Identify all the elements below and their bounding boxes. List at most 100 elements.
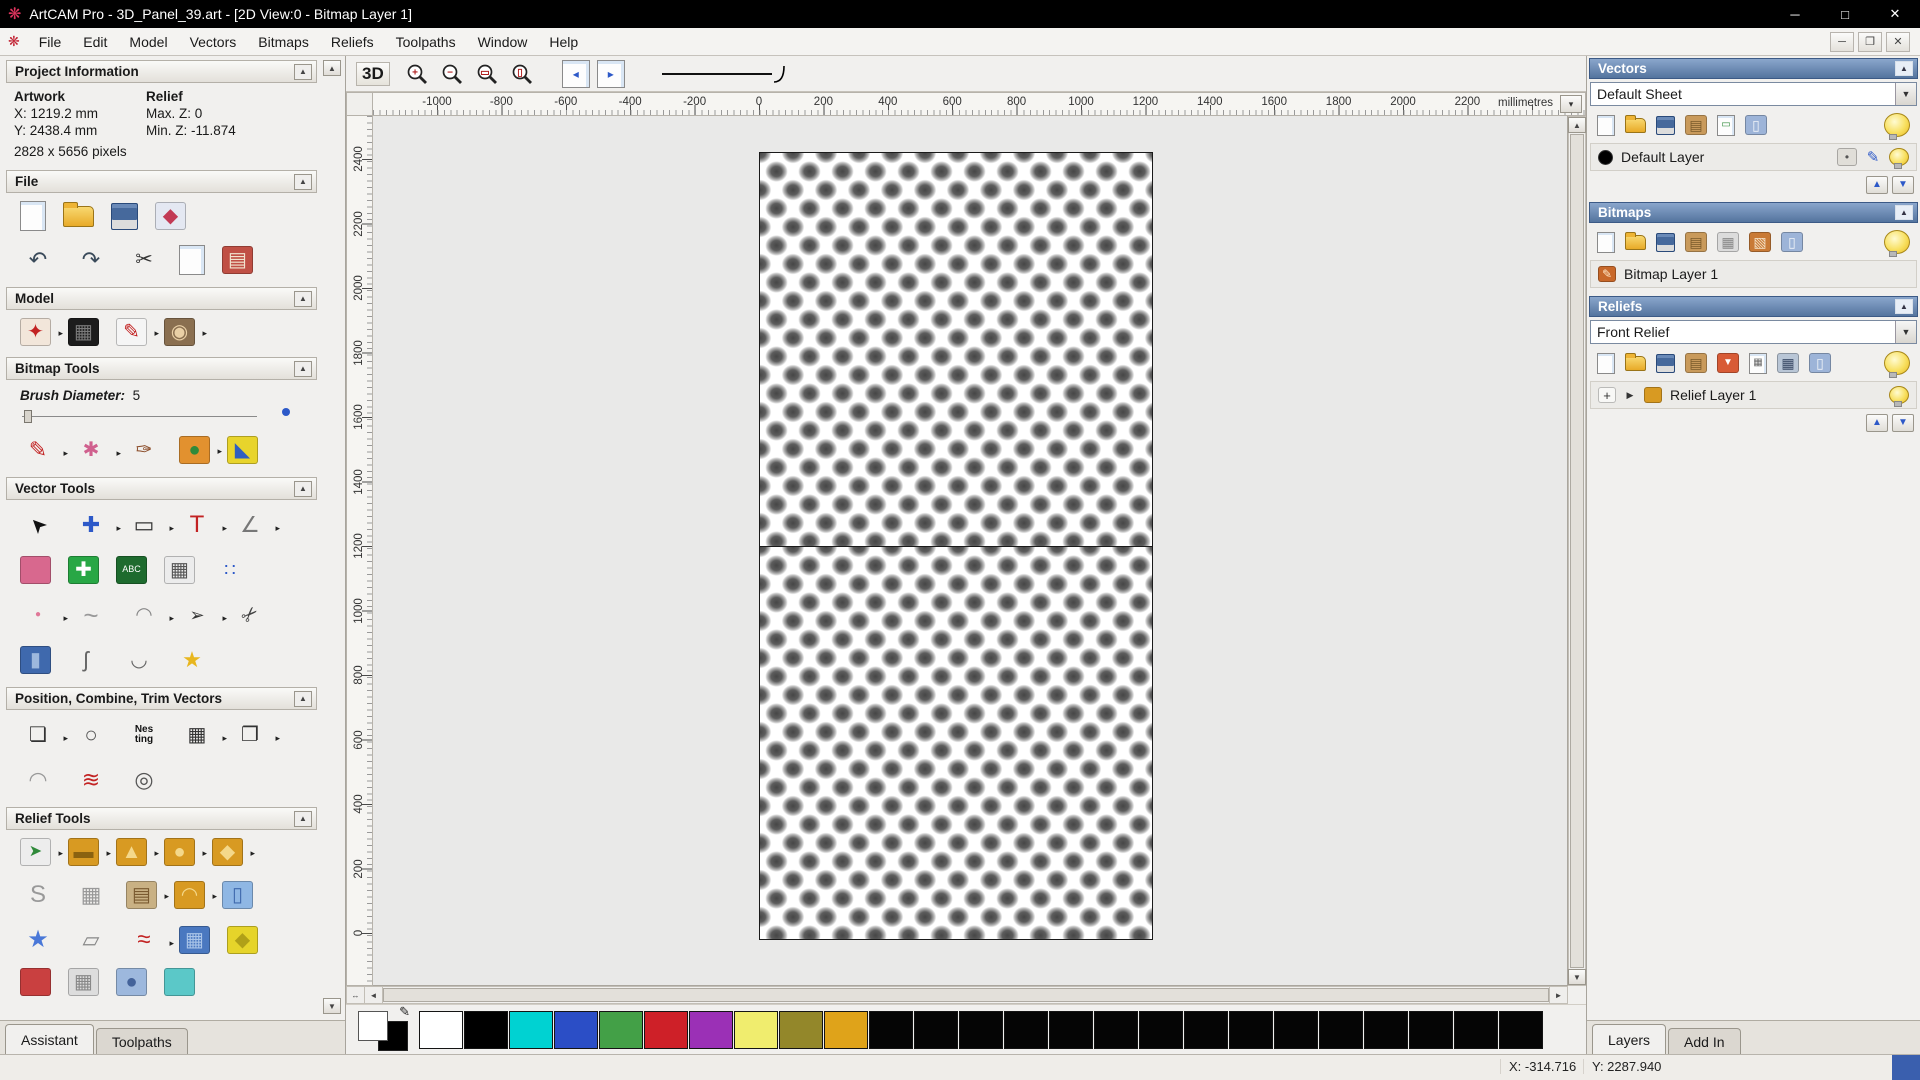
collapse-section-button[interactable]: ▲ (294, 690, 312, 707)
collapse-section-button[interactable]: ▲ (294, 63, 312, 80)
menu-help[interactable]: Help (538, 30, 589, 54)
mdi-restore-button[interactable]: ❐ (1858, 31, 1882, 52)
paint-icon[interactable]: ✎ (20, 433, 56, 466)
freehand-curve-icon[interactable]: ~ (73, 598, 109, 631)
colour-swatch-20[interactable] (1319, 1010, 1363, 1049)
scroll-up-arrow[interactable]: ▲ (1568, 117, 1586, 133)
scroll-down-arrow[interactable]: ▼ (1568, 969, 1586, 985)
colour-swatch-1[interactable] (464, 1010, 508, 1049)
save-vector-layer-icon[interactable] (1656, 115, 1675, 135)
collapse-vectors-button[interactable]: ▲ (1895, 61, 1913, 76)
close-button[interactable]: ✕ (1870, 0, 1920, 28)
menu-model[interactable]: Model (118, 30, 178, 54)
abc-text-icon[interactable]: ABC (116, 555, 147, 584)
node-edit-icon[interactable]: ʃ (68, 643, 104, 676)
flyout-arrow-icon[interactable]: ▸ (202, 328, 207, 339)
polyline-tool-icon[interactable]: ➢ (179, 598, 215, 631)
chevron-down-icon[interactable]: ▼ (1895, 83, 1916, 105)
colour-swatch-23[interactable] (1454, 1010, 1498, 1049)
sheet-settings-icon[interactable]: ▭ (1717, 114, 1735, 136)
open-vector-layer-icon[interactable] (1625, 114, 1646, 133)
offset-relief-icon[interactable]: ◆ (227, 925, 258, 954)
add-relief-layer-icon[interactable]: + (1598, 387, 1616, 403)
select-vectors-icon[interactable]: ➤ (20, 508, 56, 541)
tab-assistant[interactable]: Assistant (5, 1024, 94, 1055)
colour-swatch-10[interactable] (869, 1010, 913, 1049)
angled-plane-icon[interactable]: ▲ (116, 838, 147, 866)
measure-icon[interactable]: ∠ (232, 508, 268, 541)
stamp-relief-icon[interactable]: ▤ (126, 880, 157, 909)
delete-bitmap-layer-icon[interactable]: ▯ (1781, 232, 1803, 252)
drawing-viewport[interactable] (373, 116, 1568, 986)
zoom-box-icon[interactable]: ▭ (473, 60, 501, 88)
paste-icon[interactable]: ▤ (222, 245, 253, 274)
move-layer-down-icon[interactable]: ▼ (1892, 176, 1914, 194)
offset-vectors-icon[interactable] (20, 555, 51, 584)
colour-swatch-19[interactable] (1274, 1010, 1318, 1049)
bitmap-layer-row[interactable]: ✎ Bitmap Layer 1 (1590, 260, 1917, 288)
point-array-icon[interactable]: ∷ (212, 553, 248, 586)
colour-swatch-14[interactable] (1049, 1010, 1093, 1049)
flyout-arrow-icon[interactable]: ▸ (169, 613, 174, 624)
edit-layer-icon[interactable]: ✎ (1863, 148, 1883, 166)
create-vector-icon[interactable]: ✚ (68, 555, 99, 584)
flyout-arrow-icon[interactable]: ▸ (63, 733, 68, 744)
relief-wizard-icon[interactable]: ★ (20, 923, 56, 956)
ruler-menu-button[interactable]: ▾ (1560, 95, 1582, 113)
mdi-minimize-button[interactable]: ─ (1830, 31, 1854, 52)
flyout-arrow-icon[interactable]: ▸ (116, 523, 121, 534)
flood-fill-icon[interactable]: ◣ (227, 435, 258, 464)
flyout-arrow-icon[interactable]: ▸ (116, 448, 121, 459)
flyout-arrow-icon[interactable]: ▸ (154, 848, 159, 859)
zoom-out-icon[interactable]: − (438, 60, 466, 88)
flyout-arrow-icon[interactable]: ▸ (58, 328, 63, 339)
scroll-up-button[interactable]: ▲ (323, 60, 341, 76)
colour-swatch-17[interactable] (1184, 1010, 1228, 1049)
cut-icon[interactable]: ✂ (126, 243, 162, 276)
flyout-arrow-icon[interactable]: ▸ (169, 938, 174, 949)
revolve-vector-icon[interactable]: ▮ (20, 645, 51, 674)
view-3d-button[interactable]: 3D (356, 61, 390, 86)
calculate-relief-icon[interactable]: ▦ (1777, 353, 1799, 373)
flyout-arrow-icon[interactable]: ▸ (250, 848, 255, 859)
colour-swatch-15[interactable] (1094, 1010, 1138, 1049)
relief-tool-clipped-2[interactable]: ▦ (68, 968, 99, 996)
vertical-scroll-thumb[interactable] (1570, 134, 1584, 968)
relief-select[interactable]: Front Relief ▼ (1590, 320, 1917, 344)
zoom-scale-icon[interactable]: ▯ (508, 60, 536, 88)
import-relief-icon[interactable]: ▤ (1685, 353, 1707, 373)
model-portrait-icon[interactable]: ◉ (164, 318, 195, 346)
turn-model-icon[interactable]: ▯ (222, 880, 253, 909)
bitmap-layer-thumb-icon[interactable]: ✎ (1598, 266, 1616, 282)
flyout-arrow-icon[interactable]: ▸ (169, 523, 174, 534)
colour-swatch-24[interactable] (1499, 1010, 1543, 1049)
relief-layer-thumb-icon[interactable] (1644, 387, 1662, 403)
arc-tool-icon[interactable]: ◠ (126, 598, 162, 631)
menu-edit[interactable]: Edit (72, 30, 118, 54)
slider-handle[interactable] (24, 410, 32, 423)
tab-add-in[interactable]: Add In (1668, 1028, 1741, 1055)
invert-relief-icon[interactable]: ▼ (1717, 353, 1739, 373)
greyscale-bitmap-icon[interactable]: ▦ (1717, 232, 1739, 252)
save-model-icon[interactable] (111, 202, 138, 230)
export-model-icon[interactable]: ◆ (155, 202, 186, 230)
relief-tool-clipped-1[interactable] (20, 968, 51, 996)
flyout-arrow-icon[interactable]: ▸ (63, 613, 68, 624)
flyout-arrow-icon[interactable]: ▸ (212, 891, 217, 902)
relief-tool-clipped-4[interactable] (164, 968, 195, 996)
mirror-vectors-icon[interactable]: ◠ (20, 763, 56, 796)
circular-copy-icon[interactable]: ○ (73, 718, 109, 751)
import-bitmap-icon[interactable]: ▤ (1685, 232, 1707, 252)
scroll-down-button[interactable]: ▼ (323, 998, 341, 1014)
transform-vectors-icon[interactable]: ✚ (73, 508, 109, 541)
menu-reliefs[interactable]: Reliefs (320, 30, 385, 54)
delete-vector-layer-icon[interactable]: ▯ (1745, 115, 1767, 135)
colour-swatch-5[interactable] (644, 1010, 688, 1049)
ripple-relief-icon[interactable]: ≈ (126, 923, 162, 956)
two-rail-sweep-icon[interactable]: ◆ (212, 838, 243, 866)
colour-swatch-18[interactable] (1229, 1010, 1273, 1049)
colour-swatch-9[interactable] (824, 1010, 868, 1049)
flyout-arrow-icon[interactable]: ▸ (217, 446, 222, 457)
flyout-arrow-icon[interactable]: ▸ (106, 848, 111, 859)
flyout-arrow-icon[interactable]: ▸ (154, 328, 159, 339)
